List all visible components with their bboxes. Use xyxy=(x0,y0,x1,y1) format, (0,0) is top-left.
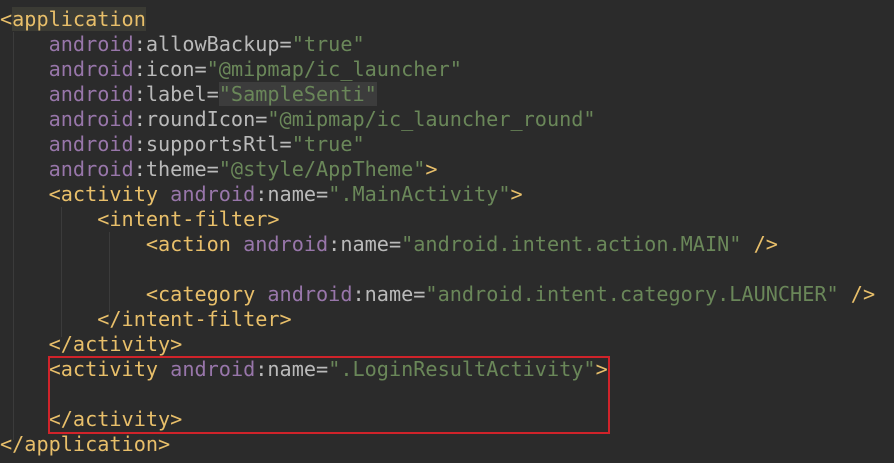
code-token: "SampleSenti" xyxy=(218,82,377,106)
code-token: "true" xyxy=(291,32,365,56)
code-token: android xyxy=(243,232,329,256)
code-token: android xyxy=(48,157,134,181)
code-line: <activity android:name=".MainActivity"> xyxy=(0,182,523,207)
code-line: <category android:name="android.intent.c… xyxy=(0,282,875,307)
code-token: application xyxy=(12,7,146,31)
highlight-annotation-box xyxy=(48,356,610,434)
code-token: :icon= xyxy=(133,57,207,81)
code-editor[interactable]: <application android:allowBackup="true" … xyxy=(0,0,894,463)
code-line: <application xyxy=(0,7,146,32)
code-token: android xyxy=(267,282,353,306)
code-token: <activity xyxy=(48,182,171,206)
code-token: </application> xyxy=(0,432,171,456)
code-token: :name= xyxy=(328,232,402,256)
code-token: </intent-filter> xyxy=(97,307,292,331)
code-token: :theme= xyxy=(133,157,219,181)
code-token: < xyxy=(0,7,13,31)
code-token: <category xyxy=(145,282,268,306)
code-line: android:roundIcon="@mipmap/ic_launcher_r… xyxy=(0,107,596,132)
code-token: ".MainActivity" xyxy=(328,182,511,206)
code-token: :roundIcon= xyxy=(133,107,268,131)
code-token: :name= xyxy=(352,282,426,306)
code-token: android xyxy=(48,57,134,81)
code-token: android xyxy=(48,82,134,106)
code-token: "@style/AppTheme" xyxy=(218,157,426,181)
code-line: android:theme="@style/AppTheme"> xyxy=(0,157,438,182)
code-token: /> xyxy=(741,232,778,256)
code-token: > xyxy=(510,182,523,206)
code-line: android:supportsRtl="true" xyxy=(0,132,365,157)
code-line: </intent-filter> xyxy=(0,307,292,332)
code-line: android:label="SampleSenti" xyxy=(0,82,377,107)
code-line: <intent-filter> xyxy=(0,207,280,232)
code-line: android:icon="@mipmap/ic_launcher" xyxy=(0,57,462,82)
code-token: "@mipmap/ic_launcher" xyxy=(206,57,462,81)
code-token: /> xyxy=(838,282,876,306)
code-line: </application> xyxy=(0,432,170,457)
code-line: </activity> xyxy=(0,332,183,357)
code-token: "@mipmap/ic_launcher_round" xyxy=(267,107,596,131)
code-token: :allowBackup= xyxy=(133,32,292,56)
code-token: "true" xyxy=(291,132,365,156)
code-token: "android.intent.action.MAIN" xyxy=(401,232,742,256)
code-token: android xyxy=(48,32,134,56)
code-token: "android.intent.category.LAUNCHER" xyxy=(425,282,839,306)
code-token: :supportsRtl= xyxy=(133,132,292,156)
code-token: </activity> xyxy=(48,332,183,356)
code-token: :label= xyxy=(133,82,219,106)
code-line: android:allowBackup="true" xyxy=(0,32,365,57)
code-token: :name= xyxy=(255,182,329,206)
code-token: android xyxy=(48,132,134,156)
code-token: <action xyxy=(145,232,244,256)
code-token: > xyxy=(425,157,438,181)
code-token: android xyxy=(48,107,134,131)
code-token: <intent-filter> xyxy=(97,207,280,231)
code-line: <action android:name="android.intent.act… xyxy=(0,232,778,257)
code-token: android xyxy=(170,182,256,206)
